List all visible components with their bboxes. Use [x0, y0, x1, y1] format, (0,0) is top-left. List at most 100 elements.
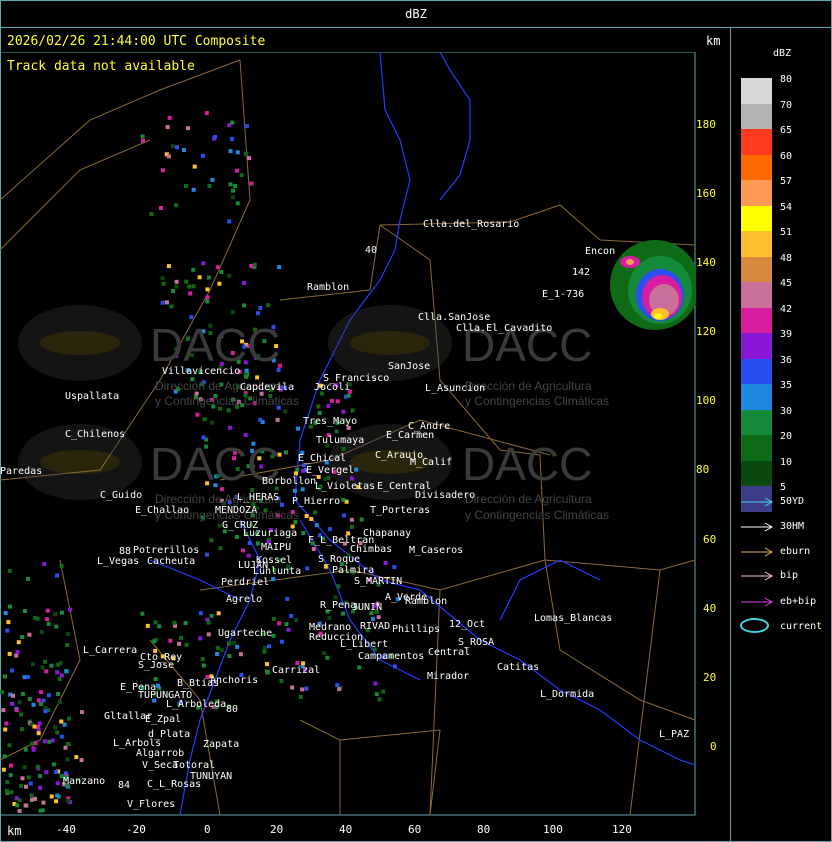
echo-pixel [227, 641, 232, 646]
echo-pixel [227, 219, 232, 224]
echo-pixel [42, 739, 47, 744]
echo-pixel [66, 742, 70, 747]
place-label: Manzano [63, 776, 106, 787]
x-tick: 100 [543, 823, 563, 836]
place-label: E_Carmen [386, 430, 435, 441]
echo-pixel [294, 617, 299, 622]
echo-pixel [258, 306, 263, 310]
echo-pixel [183, 621, 188, 626]
place-label: M_Caseros [409, 545, 464, 556]
place-label: Ramblon [307, 282, 350, 293]
echo-pixel [341, 409, 346, 414]
legend-swatch [741, 460, 772, 487]
echo-pixel [166, 154, 171, 159]
echo-pixel [217, 281, 222, 286]
track-label: eburn [780, 546, 811, 557]
place-label: 12_Oct [449, 619, 486, 630]
echo-pixel [280, 639, 284, 644]
echo-pixel [216, 645, 221, 650]
echo-pixel [68, 607, 73, 612]
place-label: 80 [226, 704, 239, 715]
echo-pixel [64, 669, 69, 674]
echo-pixel [24, 784, 28, 789]
place-label: Encon [585, 246, 616, 257]
place-label: Palmira [332, 565, 375, 576]
legend-label: 5 [780, 482, 787, 493]
echo-pixel [184, 184, 188, 188]
x-tick: 20 [270, 823, 284, 836]
place-label: Tulumaya [316, 435, 365, 446]
echo-pixel [149, 212, 154, 217]
echo-pixel [160, 276, 165, 281]
echo-pixel [204, 111, 209, 116]
echo-pixel [27, 697, 32, 702]
place-label: Borbollon [262, 476, 317, 487]
legend-swatch [741, 333, 772, 359]
place-label: S_Roque [318, 554, 361, 565]
place-label: L_PAZ [659, 729, 690, 740]
echo-pixel [271, 577, 276, 581]
echo-pixel [289, 614, 294, 618]
echo-pixel [228, 182, 233, 187]
track-arrow-icon [741, 597, 774, 607]
echo-pixel [205, 295, 210, 300]
echo-pixel [205, 552, 209, 557]
track-label: current [780, 621, 823, 632]
echo-pixel [377, 697, 382, 702]
echo-pixel [23, 747, 28, 752]
echo-pixel [245, 124, 249, 129]
timestamp: 2026/02/26 21:44:00 UTC Composite [7, 34, 266, 49]
echo-pixel [156, 683, 160, 688]
place-label: MAIPU [261, 542, 292, 553]
echo-pixel [301, 531, 306, 535]
echo-pixel [31, 747, 36, 752]
echo-pixel [336, 584, 341, 589]
echo-pixel [66, 798, 71, 803]
place-label: Potrerillos [133, 545, 200, 556]
place-label: Mirador [427, 671, 470, 682]
echo-pixel [242, 303, 246, 308]
echo-pixel [201, 663, 206, 668]
legend-label: 36 [780, 354, 793, 366]
echo-pixel [239, 173, 244, 178]
place-label: Agrelo [226, 594, 263, 605]
echo-pixel [160, 168, 165, 173]
echo-pixel [55, 573, 59, 578]
echo-pixel [53, 612, 58, 617]
echo-pixel [20, 776, 25, 781]
place-label: E_Chical [298, 453, 347, 464]
echo-pixel [283, 409, 288, 414]
echo-pixel [249, 264, 254, 268]
echo-pixel [175, 145, 179, 150]
echo-pixel [166, 264, 171, 269]
echo-pixel [200, 657, 205, 662]
echo-pixel [63, 745, 68, 750]
current-ellipse-icon [740, 618, 769, 633]
echo-pixel [201, 261, 206, 266]
echo-pixel [327, 615, 332, 620]
legend-label: 48 [780, 252, 793, 264]
x-tick: 40 [339, 823, 353, 836]
echo-pixel [304, 514, 309, 518]
place-label: V_Flores [127, 799, 176, 810]
echo-pixel [184, 642, 189, 647]
legend-label: 39 [780, 329, 793, 340]
echo-pixel [381, 689, 386, 694]
echo-pixel [184, 279, 189, 284]
echo-pixel [54, 770, 59, 774]
legend-label: 10 [780, 456, 793, 468]
echo-pixel [233, 184, 238, 188]
y-tick: 120 [696, 325, 716, 338]
echo-pixel [234, 168, 239, 173]
echo-pixel [191, 187, 196, 192]
echo-pixel [334, 429, 339, 434]
echo-pixel [7, 569, 12, 573]
echo-pixel [165, 300, 169, 305]
echo-pixel [5, 628, 10, 633]
echo-pixel [295, 467, 300, 472]
echo-pixel [36, 731, 41, 736]
echo-pixel [59, 673, 64, 678]
echo-pixel [215, 265, 220, 270]
place-label: RIVAD [360, 621, 391, 632]
echo-pixel [349, 517, 354, 522]
